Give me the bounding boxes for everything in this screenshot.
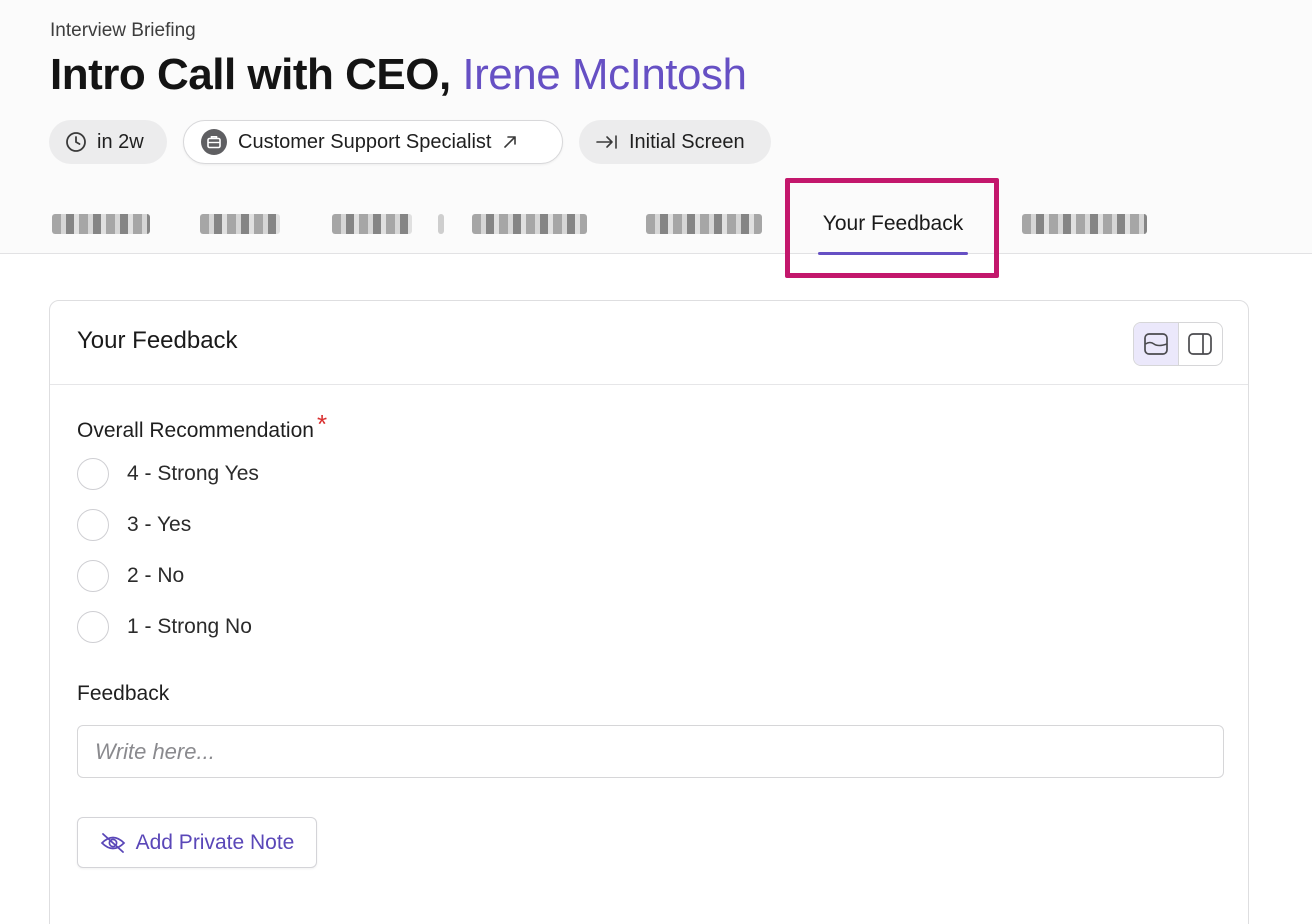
arrow-to-bar-icon xyxy=(595,132,619,152)
required-asterisk: * xyxy=(316,409,328,439)
radio-strong-no[interactable] xyxy=(77,611,109,643)
option-strong-no[interactable]: 1 - Strong No xyxy=(77,611,252,643)
tab-redacted-5[interactable] xyxy=(646,214,762,234)
candidate-name[interactable]: Irene McIntosh xyxy=(462,50,747,99)
stacked-view-icon xyxy=(1143,332,1169,356)
side-panel-icon xyxy=(1187,332,1213,356)
tab-redacted-4[interactable] xyxy=(472,214,587,234)
briefcase-icon xyxy=(200,128,228,156)
eyebrow-label: Interview Briefing xyxy=(50,20,196,41)
time-pill: in 2w xyxy=(49,120,167,164)
feedback-card: Your Feedback Overall Recommendation * 4 … xyxy=(49,300,1249,924)
stage-label: Initial Screen xyxy=(629,130,745,153)
option-strong-yes[interactable]: 4 - Strong Yes xyxy=(77,458,259,490)
tab-redacted-2[interactable] xyxy=(200,214,280,234)
stage-pill: Initial Screen xyxy=(579,120,771,164)
external-link-icon xyxy=(501,133,519,151)
tab-redacted-6[interactable] xyxy=(1022,214,1147,234)
option-no[interactable]: 2 - No xyxy=(77,560,184,592)
feedback-label: Feedback xyxy=(77,682,170,705)
time-label: in 2w xyxy=(97,130,144,153)
recommendation-label-text: Overall Recommendation xyxy=(77,419,314,442)
tab-highlight-annotation xyxy=(785,178,999,278)
feedback-textarea[interactable]: Write here... xyxy=(77,725,1224,778)
radio-no[interactable] xyxy=(77,560,109,592)
radio-yes[interactable] xyxy=(77,509,109,541)
card-header: Your Feedback xyxy=(50,301,1248,385)
page-title: Intro Call with CEO, Irene McIntosh xyxy=(50,50,747,100)
eye-off-icon xyxy=(100,832,126,854)
tab-redacted-3[interactable] xyxy=(332,214,412,234)
add-private-note-label: Add Private Note xyxy=(135,830,295,854)
briefing-tabs: Your Feedback xyxy=(0,190,1312,255)
option-label: 2 - No xyxy=(127,564,185,587)
option-label: 4 - Strong Yes xyxy=(127,462,259,485)
option-yes[interactable]: 3 - Yes xyxy=(77,509,191,541)
option-label: 1 - Strong No xyxy=(127,615,252,638)
stacked-view-button[interactable] xyxy=(1134,323,1179,365)
job-label: Customer Support Specialist xyxy=(238,130,492,153)
clock-icon xyxy=(65,131,87,153)
tab-separator xyxy=(438,214,444,234)
tab-redacted-1[interactable] xyxy=(52,214,150,234)
side-panel-view-button[interactable] xyxy=(1179,323,1223,365)
layout-toggle xyxy=(1133,322,1223,366)
feedback-placeholder: Write here... xyxy=(95,738,215,764)
title-prefix: Intro Call with CEO, xyxy=(50,50,451,99)
option-label: 3 - Yes xyxy=(127,513,192,536)
recommendation-label: Overall Recommendation * xyxy=(77,409,327,444)
card-title: Your Feedback xyxy=(77,327,238,354)
interview-header: Interview Briefing Intro Call with CEO, … xyxy=(0,0,1312,255)
add-private-note-button[interactable]: Add Private Note xyxy=(77,817,317,868)
job-link-pill[interactable]: Customer Support Specialist xyxy=(183,120,563,164)
radio-strong-yes[interactable] xyxy=(77,458,109,490)
